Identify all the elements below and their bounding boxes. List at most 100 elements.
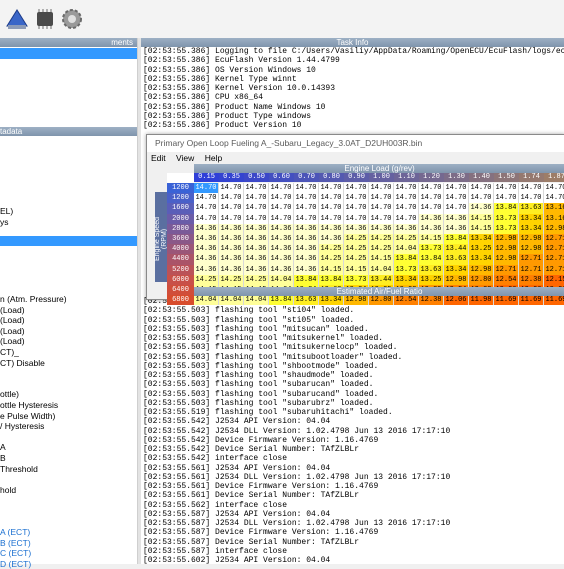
tree-item[interactable]: ys bbox=[0, 217, 137, 228]
table-cell[interactable]: 12.06 bbox=[444, 295, 469, 306]
x-axis-cell[interactable]: 1.10 bbox=[394, 173, 419, 182]
y-axis-cell[interactable]: 5200 bbox=[167, 264, 194, 275]
table-cell[interactable]: 14.70 bbox=[394, 213, 419, 224]
table-cell[interactable]: 14.36 bbox=[244, 233, 269, 245]
table-cell[interactable]: 14.36 bbox=[244, 244, 269, 255]
table-cell[interactable]: 14.70 bbox=[344, 193, 369, 204]
table-cell[interactable]: 13.34 bbox=[519, 223, 544, 234]
table-cell[interactable]: 14.36 bbox=[219, 254, 244, 265]
table-cell[interactable]: 12.98 bbox=[519, 244, 544, 255]
table-cell[interactable]: 14.25 bbox=[369, 244, 394, 255]
x-axis-cell[interactable]: 0.80 bbox=[319, 173, 344, 182]
table-cell[interactable]: 12.71 bbox=[519, 254, 544, 265]
tree-item[interactable]: hold bbox=[0, 485, 137, 496]
selected-row[interactable] bbox=[0, 48, 137, 59]
table-cell[interactable]: 13.16 bbox=[544, 203, 564, 214]
tree-item[interactable] bbox=[0, 474, 137, 485]
table-cell[interactable]: 14.70 bbox=[194, 193, 219, 204]
table-cell[interactable]: 14.70 bbox=[494, 193, 519, 204]
table-cell[interactable]: 14.70 bbox=[469, 193, 494, 204]
table-cell[interactable]: 13.84 bbox=[444, 233, 469, 245]
table-cell[interactable]: 14.36 bbox=[219, 264, 244, 275]
table-cell[interactable]: 14.70 bbox=[244, 203, 269, 214]
table-cell[interactable]: 13.44 bbox=[369, 274, 394, 285]
table-cell[interactable]: 14.36 bbox=[294, 233, 319, 245]
table-cell[interactable]: 14.70 bbox=[244, 213, 269, 224]
table-cell[interactable]: 13.73 bbox=[394, 264, 419, 275]
menu-view[interactable]: View bbox=[176, 153, 194, 163]
table-cell[interactable]: 14.04 bbox=[369, 264, 394, 275]
table-cell[interactable]: 12.98 bbox=[344, 295, 369, 306]
table-cell[interactable]: 14.70 bbox=[544, 193, 564, 204]
table-cell[interactable]: 14.36 bbox=[194, 244, 219, 255]
tree-item[interactable]: (Load) bbox=[0, 305, 137, 316]
table-cell[interactable]: 14.36 bbox=[194, 223, 219, 234]
tree-item[interactable]: / Hysteresis bbox=[0, 421, 137, 432]
table-cell[interactable]: 14.15 bbox=[369, 254, 394, 265]
table-cell[interactable]: 14.36 bbox=[419, 223, 444, 234]
tree-item[interactable]: CT) Disable bbox=[0, 358, 137, 369]
x-axis-cell[interactable]: 1.30 bbox=[444, 173, 469, 182]
table-cell[interactable]: 14.70 bbox=[544, 183, 564, 194]
table-cell[interactable]: 14.70 bbox=[294, 213, 319, 224]
table-cell[interactable]: 14.36 bbox=[444, 223, 469, 234]
table-cell[interactable]: 14.70 bbox=[419, 193, 444, 204]
table-cell[interactable]: 14.70 bbox=[369, 213, 394, 224]
y-axis-cell[interactable]: 3600 bbox=[167, 234, 194, 245]
y-axis-cell[interactable]: 1200 bbox=[167, 183, 194, 194]
table-cell[interactable]: 14.70 bbox=[394, 183, 419, 194]
tree-item[interactable] bbox=[0, 379, 137, 390]
table-cell[interactable]: 14.36 bbox=[369, 223, 394, 234]
table-cell[interactable]: 13.34 bbox=[519, 213, 544, 224]
table-cell[interactable]: 13.84 bbox=[394, 254, 419, 265]
table-cell[interactable]: 12.98 bbox=[494, 254, 519, 265]
table-cell[interactable]: 14.36 bbox=[269, 223, 294, 234]
read-ecu-icon[interactable] bbox=[4, 6, 30, 32]
table-cell[interactable]: 14.70 bbox=[269, 213, 294, 224]
table-cell[interactable]: 13.25 bbox=[469, 244, 494, 255]
table-cell[interactable]: 12.54 bbox=[494, 274, 519, 285]
table-window-title[interactable]: Primary Open Loop Fueling A_-Subaru_Lega… bbox=[147, 135, 564, 152]
table-cell[interactable]: 14.36 bbox=[219, 244, 244, 255]
tree-item[interactable]: B (ECT) bbox=[0, 538, 137, 549]
gear-icon[interactable] bbox=[59, 6, 85, 32]
table-cell[interactable]: 13.84 bbox=[319, 274, 344, 285]
table-cell[interactable]: 13.63 bbox=[519, 203, 544, 214]
table-cell[interactable]: 13.34 bbox=[469, 233, 494, 245]
tree-item[interactable] bbox=[0, 495, 137, 506]
table-cell[interactable]: 13.73 bbox=[494, 223, 519, 234]
table-cell[interactable]: 14.70 bbox=[494, 183, 519, 194]
table-cell[interactable]: 14.36 bbox=[269, 264, 294, 275]
table-cell[interactable]: 14.70 bbox=[344, 213, 369, 224]
table-cell[interactable]: 13.84 bbox=[419, 254, 444, 265]
table-cell[interactable]: 12.98 bbox=[494, 233, 519, 245]
table-cell[interactable]: 12.38 bbox=[419, 295, 444, 306]
y-axis-cell[interactable]: 6800 bbox=[167, 295, 194, 306]
table-cell[interactable]: 12.98 bbox=[544, 223, 564, 234]
tree-item[interactable]: (Load) bbox=[0, 336, 137, 347]
table-cell[interactable]: 14.70 bbox=[444, 183, 469, 194]
table-cell[interactable]: 12.71 bbox=[494, 264, 519, 275]
table-cell[interactable]: 14.70 bbox=[369, 203, 394, 214]
table-cell[interactable]: 12.71 bbox=[544, 233, 564, 245]
x-axis-cell[interactable]: 1.20 bbox=[419, 173, 444, 182]
x-axis-cell[interactable]: 1.74 bbox=[519, 173, 544, 182]
table-cell[interactable]: 14.70 bbox=[519, 183, 544, 194]
table-cell[interactable]: 14.70 bbox=[394, 203, 419, 214]
table-cell[interactable]: 13.34 bbox=[319, 295, 344, 306]
x-axis-cell[interactable]: 0.35 bbox=[219, 173, 244, 182]
table-cell[interactable]: 14.70 bbox=[244, 183, 269, 194]
table-cell[interactable]: 13.63 bbox=[294, 295, 319, 306]
table-cell[interactable]: 14.04 bbox=[219, 295, 244, 306]
table-cell[interactable]: 14.36 bbox=[344, 223, 369, 234]
table-cell[interactable]: 14.36 bbox=[219, 223, 244, 234]
table-cell[interactable]: 14.04 bbox=[269, 274, 294, 285]
table-cell[interactable]: 13.34 bbox=[394, 274, 419, 285]
table-cell[interactable]: 14.36 bbox=[269, 233, 294, 245]
table-cell[interactable]: 12.71 bbox=[544, 264, 564, 275]
tree-item[interactable]: e Pulse Width) bbox=[0, 411, 137, 422]
task-log[interactable]: [02:53:55.386] Logging to file C:/Users/… bbox=[141, 47, 564, 564]
y-axis-cell[interactable]: 2000 bbox=[167, 213, 194, 224]
table-cell[interactable]: 12.38 bbox=[519, 274, 544, 285]
table-cell[interactable]: 14.25 bbox=[194, 274, 219, 285]
